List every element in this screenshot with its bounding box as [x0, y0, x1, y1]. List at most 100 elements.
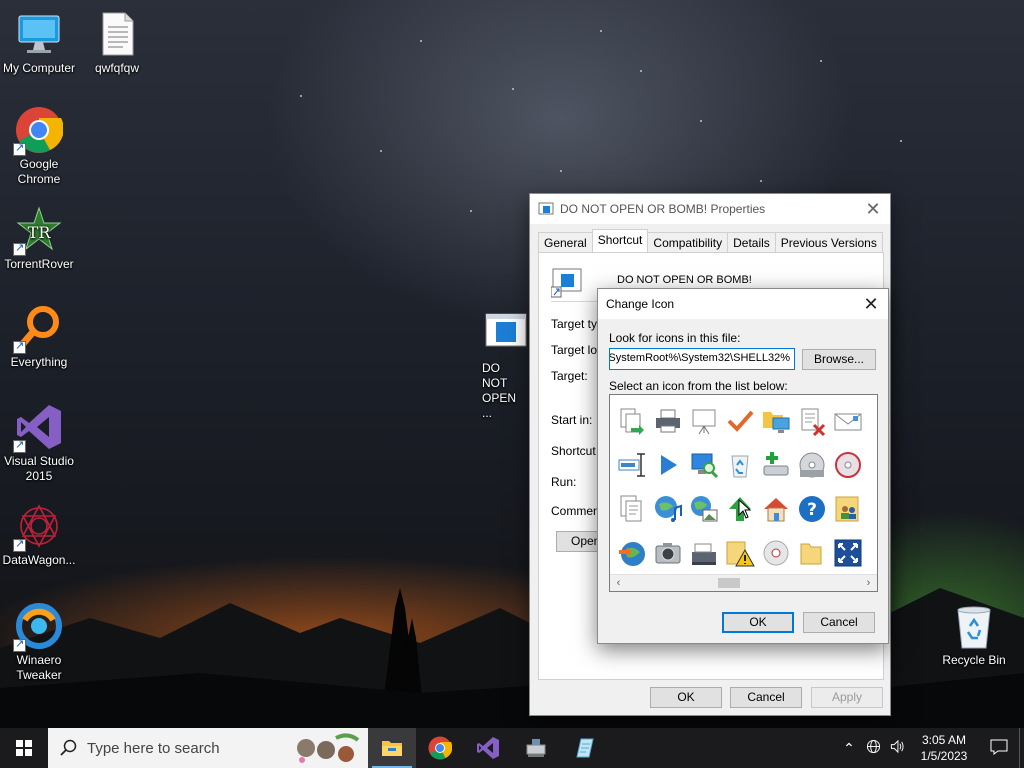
folder-icon[interactable]: [794, 531, 830, 575]
desktop-icon-label: My Computer: [2, 61, 76, 75]
apply-button[interactable]: Apply: [811, 687, 883, 708]
ok-button[interactable]: OK: [650, 687, 722, 708]
help-icon[interactable]: ?: [794, 487, 830, 531]
shortcut-arrow-icon: [13, 537, 26, 552]
target-label: Target:: [551, 369, 588, 383]
recycle-bin-icon[interactable]: [722, 443, 758, 487]
close-icon[interactable]: ✕: [862, 198, 884, 220]
desktop-icon-visual-studio[interactable]: Visual Studio 2015: [1, 403, 77, 484]
camera-icon[interactable]: [650, 531, 686, 575]
shortcut-arrow-icon: [13, 438, 26, 453]
browse-button[interactable]: Browse...: [802, 349, 876, 370]
taskbar-file-explorer[interactable]: [368, 728, 416, 768]
desktop-icon-label: qwfqfqw: [94, 61, 140, 75]
change-icon-cancel-button[interactable]: Cancel: [803, 612, 875, 633]
file-explorer-icon: [382, 741, 402, 756]
properties-titlebar[interactable]: DO NOT OPEN OR BOMB! Properties: [530, 194, 890, 224]
tab-previous-versions[interactable]: Previous Versions: [774, 232, 883, 253]
desktop-icon-label: TorrentRover: [4, 257, 74, 271]
clock-time: 3:05 AM: [921, 733, 967, 747]
taskbar-notepad-app[interactable]: [560, 728, 608, 768]
icon-grid: ?: [614, 399, 877, 575]
change-icon-ok-button[interactable]: OK: [722, 612, 794, 633]
add-drive-icon[interactable]: [758, 443, 794, 487]
user-partial-icon[interactable]: [866, 399, 877, 443]
tab-shortcut[interactable]: Shortcut: [591, 229, 649, 253]
document-icon[interactable]: [614, 487, 650, 531]
computer-search-icon[interactable]: [686, 443, 722, 487]
search-highlight-illustration-icon: [297, 733, 360, 763]
notification-center-icon[interactable]: [979, 739, 1019, 758]
desktop-icon-recycle-bin[interactable]: Recycle Bin: [936, 602, 1012, 668]
taskbar-visual-studio[interactable]: [464, 728, 512, 768]
copy-to-icon[interactable]: [614, 399, 650, 443]
clock-date: 1/5/2023: [920, 749, 968, 763]
tab-compatibility[interactable]: Compatibility: [647, 232, 729, 253]
change-icon-dialog[interactable]: Change Icon ✕ Look for icons in this fil…: [597, 288, 889, 644]
partial-icon-2[interactable]: [866, 531, 877, 575]
shortcut-window-icon: [551, 268, 582, 298]
scanner-icon[interactable]: [686, 531, 722, 575]
dvd-disc-icon[interactable]: [830, 443, 866, 487]
scroll-right-icon[interactable]: ›: [860, 575, 877, 591]
taskbar-network-app[interactable]: [512, 728, 560, 768]
system-tray: ⌃ 3:05 AM 1/5/2023: [837, 728, 1024, 768]
run-label: Run:: [551, 475, 577, 489]
globe-arrow-icon[interactable]: [614, 531, 650, 575]
change-icon-titlebar[interactable]: Change Icon: [598, 289, 888, 319]
desktop-icon-everything[interactable]: Everything: [1, 304, 77, 370]
shortcut-arrow-icon: [13, 241, 26, 256]
desktop-icon-winaero-tweaker[interactable]: Winaero Tweaker: [1, 602, 77, 683]
globe-picture-icon[interactable]: [686, 487, 722, 531]
show-desktop-strip[interactable]: [1019, 728, 1024, 768]
chrome-icon: [428, 736, 452, 760]
home-icon[interactable]: [758, 487, 794, 531]
network-folder-icon[interactable]: [758, 399, 794, 443]
checkmark-icon[interactable]: [722, 399, 758, 443]
icon-list-scrollbar[interactable]: ‹ ›: [610, 574, 877, 591]
desktop-icon-google-chrome[interactable]: Google Chrome: [1, 106, 77, 187]
tab-details[interactable]: Details: [727, 232, 776, 253]
tab-general[interactable]: General: [538, 232, 593, 253]
properties-title: DO NOT OPEN OR BOMB! Properties: [560, 202, 766, 216]
icon-list[interactable]: ? ‹ ›: [609, 394, 878, 592]
fullscreen-icon[interactable]: [830, 531, 866, 575]
printer-icon[interactable]: [650, 399, 686, 443]
disc-icon[interactable]: [758, 531, 794, 575]
desktop-icon-datawagon[interactable]: DataWagon...: [1, 502, 77, 568]
desktop-icon-qwfqfqw[interactable]: qwfqfqw: [79, 10, 155, 76]
text-cursor-icon[interactable]: [614, 443, 650, 487]
start-button[interactable]: [0, 728, 48, 768]
desktop-icon-my-computer[interactable]: My Computer: [1, 10, 77, 76]
cancel-button[interactable]: Cancel: [730, 687, 802, 708]
device-partial-icon[interactable]: [866, 443, 877, 487]
notepad-app-icon: [576, 738, 594, 758]
taskbar-clock[interactable]: 3:05 AM 1/5/2023: [909, 732, 979, 764]
shortcut-arrow-icon: [13, 339, 26, 354]
cd-drive-icon[interactable]: [794, 443, 830, 487]
shortcut-name: DO NOT OPEN OR BOMB!: [617, 274, 752, 286]
chevron-up-icon[interactable]: ⌃: [837, 740, 861, 757]
presentation-board-icon[interactable]: [686, 399, 722, 443]
taskbar-search-box[interactable]: Type here to search: [48, 728, 368, 768]
shortcut-window-icon: [538, 202, 554, 215]
scrollbar-thumb[interactable]: [718, 578, 740, 588]
look-for-icons-label: Look for icons in this file:: [609, 331, 741, 345]
delete-document-icon[interactable]: [794, 399, 830, 443]
close-icon[interactable]: ✕: [860, 293, 882, 315]
users-folder-icon[interactable]: [830, 487, 866, 531]
globe-music-icon[interactable]: [650, 487, 686, 531]
envelope-icon[interactable]: [830, 399, 866, 443]
scroll-left-icon[interactable]: ‹: [610, 575, 627, 591]
taskbar-chrome[interactable]: [416, 728, 464, 768]
volume-icon[interactable]: [885, 739, 909, 757]
desktop-icon-torrentrover[interactable]: TR TorrentRover: [1, 206, 77, 272]
visual-studio-icon: [477, 737, 499, 759]
network-globe-icon[interactable]: [861, 739, 885, 757]
taskbar: Type here to search ⌃ 3:05 AM 1/5/2023: [0, 728, 1024, 768]
play-icon[interactable]: [650, 443, 686, 487]
icon-file-path-input[interactable]: %SystemRoot%\System32\SHELL32: [609, 348, 795, 370]
partial-icon[interactable]: [866, 487, 877, 531]
warning-folder-icon[interactable]: [722, 531, 758, 575]
chrome-icon: [13, 106, 64, 156]
